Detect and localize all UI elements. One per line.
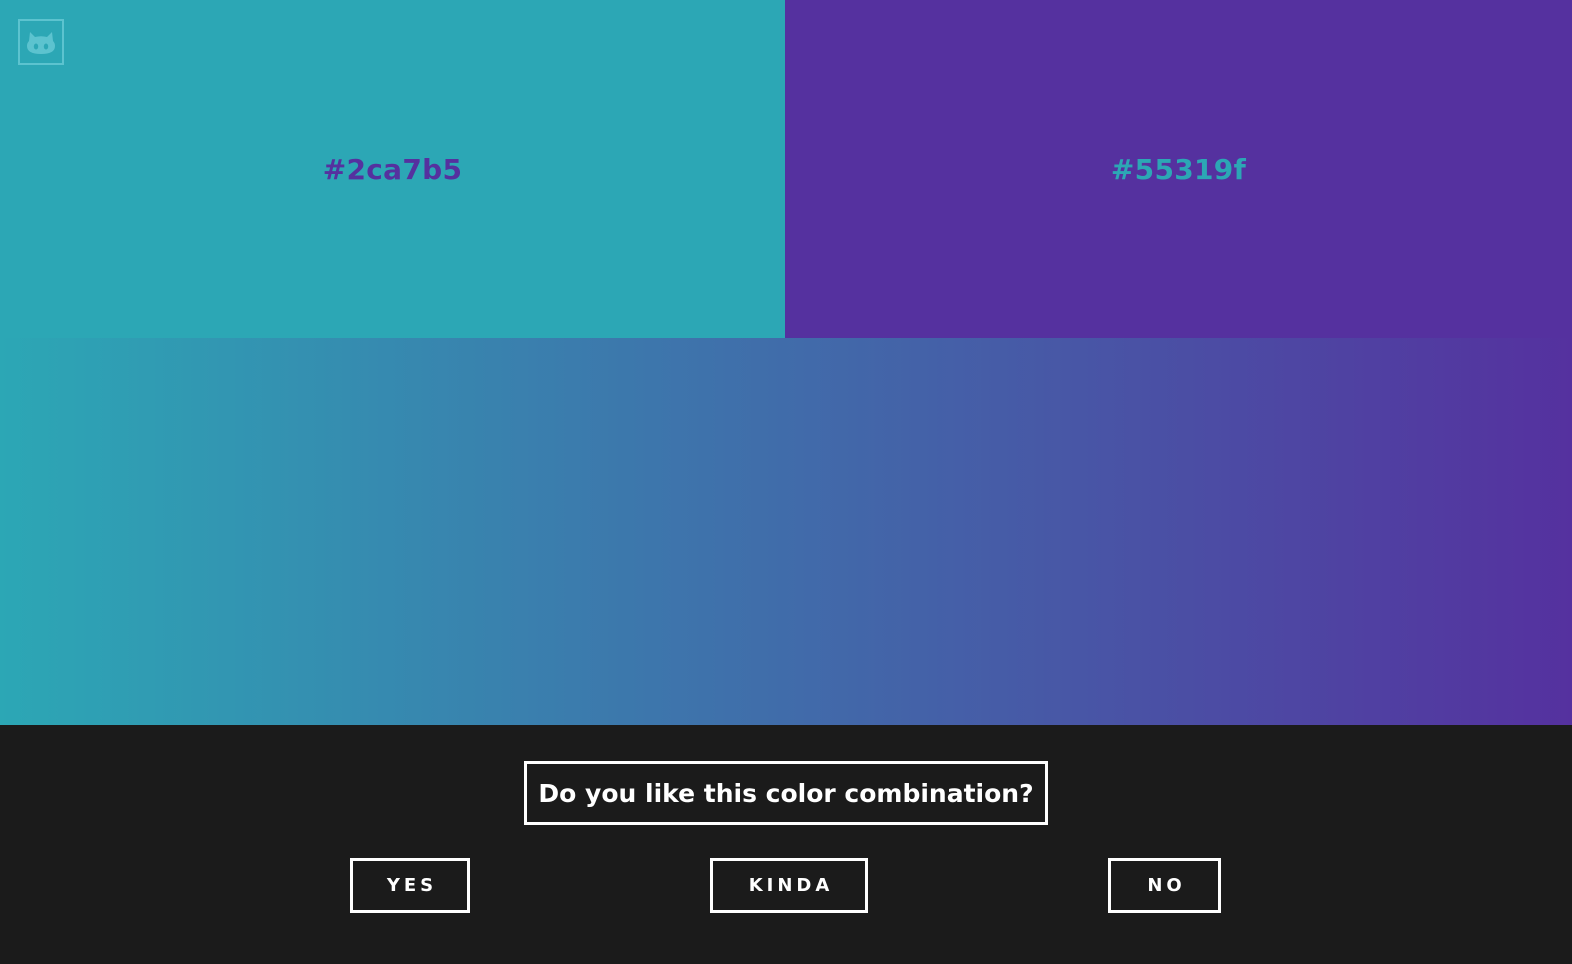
color-swatches: #2ca7b5 #55319f bbox=[0, 0, 1572, 338]
left-hex-label: #2ca7b5 bbox=[322, 152, 463, 186]
yes-button[interactable]: YES bbox=[350, 858, 470, 913]
right-hex-label: #55319f bbox=[1110, 152, 1247, 186]
github-octocat-icon bbox=[27, 32, 55, 54]
color-gradient-preview bbox=[0, 338, 1572, 725]
github-link[interactable] bbox=[18, 19, 64, 65]
right-color-swatch: #55319f bbox=[785, 0, 1572, 338]
left-color-swatch: #2ca7b5 bbox=[0, 0, 785, 338]
survey-question: Do you like this color combination? bbox=[524, 761, 1048, 825]
feedback-panel: Do you like this color combination? YES … bbox=[0, 725, 1572, 964]
kinda-button[interactable]: KINDA bbox=[710, 858, 868, 913]
no-button[interactable]: NO bbox=[1108, 858, 1221, 913]
